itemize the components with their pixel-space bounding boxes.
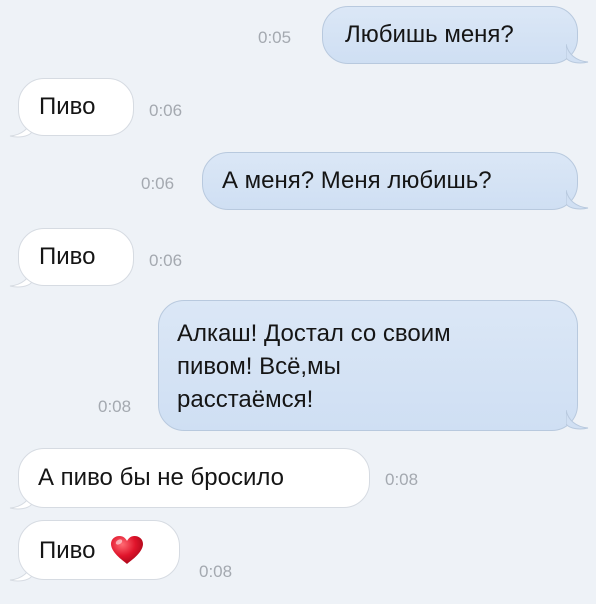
message-text: Любишь меня? <box>345 21 514 48</box>
message-time: 0:06 <box>141 174 175 193</box>
message-text: А меня? Меня любишь? <box>222 167 492 194</box>
outgoing-message-bubble[interactable]: А меня? Меня любишь? <box>202 152 578 210</box>
message-time: 0:06 <box>149 101 183 120</box>
message-text-line: расстаёмся! <box>177 386 314 413</box>
outgoing-message-bubble[interactable]: Любишь меня? <box>322 6 578 64</box>
message-time: 0:05 <box>258 28 292 47</box>
message-text: Пиво <box>39 93 96 120</box>
incoming-message-bubble[interactable]: Пиво <box>18 520 180 580</box>
bubble-tail <box>566 410 589 430</box>
message-text-line: Алкаш! Достал со своим <box>177 320 451 347</box>
message-text-line: пивом! Всё,мы <box>177 353 341 380</box>
message-time: 0:08 <box>385 470 419 489</box>
bubble-tail <box>566 190 589 210</box>
message-text: Пиво <box>39 243 96 270</box>
message-time: 0:08 <box>199 562 233 581</box>
message-text: А пиво бы не бросило <box>38 464 284 491</box>
incoming-message-bubble[interactable]: А пиво бы не бросило <box>18 448 370 508</box>
chat-thread: 0:05 Любишь меня? Пиво 0:06 0:06 А меня?… <box>0 0 596 604</box>
message-time: 0:06 <box>149 251 183 270</box>
heart-emoji-icon <box>111 535 144 564</box>
bubble-tail <box>566 44 589 64</box>
outgoing-message-bubble[interactable]: Алкаш! Достал со своим пивом! Всё,мы рас… <box>158 300 578 431</box>
message-text: Пиво <box>39 537 96 564</box>
message-time: 0:08 <box>98 397 132 416</box>
incoming-message-bubble[interactable]: Пиво <box>18 228 134 286</box>
incoming-message-bubble[interactable]: Пиво <box>18 78 134 136</box>
